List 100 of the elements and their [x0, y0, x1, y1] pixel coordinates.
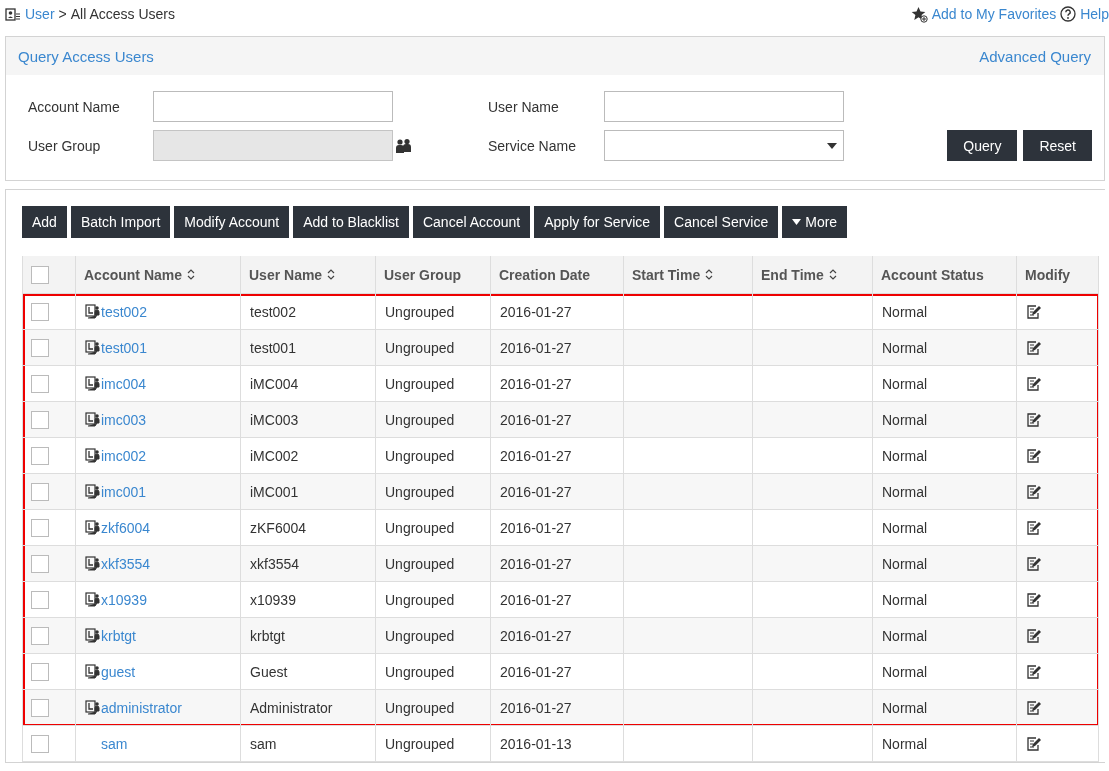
account-link[interactable]: guest — [101, 663, 136, 680]
account-link[interactable]: test001 — [101, 339, 147, 356]
edit-icon[interactable] — [1026, 339, 1042, 356]
table-cell: Administrator — [241, 690, 376, 726]
column-header[interactable]: Creation Date — [491, 256, 624, 294]
table-cell: 2016-01-27 — [491, 546, 624, 582]
column-header[interactable]: Account Status — [873, 256, 1017, 294]
account-link[interactable]: sam — [101, 735, 128, 752]
caret-down-icon — [827, 142, 837, 149]
table-cell: Normal — [873, 726, 1017, 762]
table-cell: Ungrouped — [376, 618, 491, 654]
checkbox[interactable] — [31, 554, 49, 573]
table-cell: 2016-01-27 — [491, 474, 624, 510]
table-cell: Ungrouped — [376, 546, 491, 582]
panel-title: Query Access Users — [18, 47, 154, 65]
edit-icon[interactable] — [1026, 303, 1042, 320]
edit-icon[interactable] — [1026, 447, 1042, 464]
sort-icon — [327, 269, 336, 280]
checkbox[interactable] — [31, 446, 49, 465]
sort-icon — [828, 269, 837, 280]
select-field[interactable] — [604, 130, 844, 161]
table-cell: krbtgt — [241, 618, 376, 654]
column-header[interactable]: Modify — [1017, 256, 1099, 294]
edit-icon[interactable] — [1026, 591, 1042, 608]
table-cell: sam — [241, 726, 376, 762]
people-icon[interactable] — [395, 137, 413, 154]
field-label: User Group — [28, 137, 102, 154]
table-cell: iMC001 — [241, 474, 376, 510]
account-link[interactable]: krbtgt — [101, 627, 136, 644]
account-link[interactable]: zkf6004 — [101, 519, 151, 536]
sort-icon — [705, 269, 714, 280]
column-header[interactable]: User Name — [241, 256, 376, 294]
toolbar-button[interactable]: Cancel Service — [664, 206, 779, 238]
toolbar-button[interactable]: Apply for Service — [534, 206, 661, 238]
breadcrumb-separator: > — [58, 6, 67, 22]
help-icon — [1060, 6, 1077, 22]
query-button[interactable]: Reset — [1023, 130, 1092, 161]
table-cell: Ungrouped — [376, 474, 491, 510]
table-cell: Normal — [873, 618, 1017, 654]
query-button[interactable]: Query — [947, 130, 1018, 161]
table-cell: iMC003 — [241, 402, 376, 438]
checkbox[interactable] — [31, 410, 49, 429]
column-header[interactable]: Start Time — [624, 256, 753, 294]
advanced-query-link[interactable]: Advanced Query — [979, 47, 1091, 65]
checkbox[interactable] — [31, 734, 49, 753]
edit-icon[interactable] — [1026, 627, 1042, 644]
star-plus-icon — [910, 5, 928, 23]
input-field[interactable] — [153, 91, 393, 122]
checkbox[interactable] — [31, 698, 49, 717]
checkbox[interactable] — [31, 338, 49, 357]
field-label: Account Name — [28, 98, 121, 115]
account-link[interactable]: imc003 — [101, 411, 147, 428]
edit-icon[interactable] — [1026, 519, 1042, 536]
checkbox[interactable] — [31, 518, 49, 537]
input-field[interactable] — [604, 91, 844, 122]
edit-icon[interactable] — [1026, 555, 1042, 572]
table-cell: Normal — [873, 402, 1017, 438]
edit-icon[interactable] — [1026, 735, 1042, 752]
toolbar-button[interactable]: Add — [22, 206, 67, 238]
edit-icon[interactable] — [1026, 699, 1042, 716]
checkbox[interactable] — [31, 482, 49, 501]
edit-icon[interactable] — [1026, 663, 1042, 680]
caret-down-icon — [792, 219, 802, 225]
toolbar-button[interactable]: More — [782, 206, 848, 238]
column-header[interactable]: End Time — [753, 256, 873, 294]
table-cell: test001 — [241, 330, 376, 366]
account-link[interactable]: test002 — [101, 303, 147, 320]
account-link[interactable]: imc002 — [101, 447, 147, 464]
table-cell: 2016-01-27 — [491, 690, 624, 726]
table-cell: 2016-01-27 — [491, 330, 624, 366]
edit-icon[interactable] — [1026, 375, 1042, 392]
column-header[interactable]: User Group — [376, 256, 491, 294]
checkbox[interactable] — [31, 662, 49, 681]
toolbar-button[interactable]: Add to Blacklist — [293, 206, 409, 238]
toolbar-button[interactable]: Batch Import — [70, 206, 171, 238]
toolbar-button[interactable]: Cancel Account — [412, 206, 531, 238]
edit-icon[interactable] — [1026, 483, 1042, 500]
account-link[interactable]: administrator — [101, 699, 182, 716]
field-label: Service Name — [488, 137, 577, 154]
account-link[interactable]: imc001 — [101, 483, 147, 500]
account-link[interactable]: xkf3554 — [101, 555, 151, 572]
checkbox[interactable] — [31, 374, 49, 393]
checkbox[interactable] — [31, 265, 49, 284]
breadcrumb-link[interactable]: User — [25, 6, 55, 22]
account-link[interactable]: imc004 — [101, 375, 147, 392]
checkbox[interactable] — [31, 302, 49, 321]
checkbox[interactable] — [31, 626, 49, 645]
table-cell: Ungrouped — [376, 402, 491, 438]
sort-icon — [187, 269, 196, 280]
column-header[interactable]: Account Name — [76, 256, 241, 294]
add-favorites-link[interactable]: Add to My Favorites — [931, 6, 1057, 22]
checkbox[interactable] — [31, 590, 49, 609]
breadcrumb-current: All Access Users — [70, 6, 175, 22]
table-cell: xkf3554 — [241, 546, 376, 582]
toolbar-button[interactable]: Modify Account — [174, 206, 290, 238]
table-cell: Ungrouped — [376, 726, 491, 762]
table-cell: Normal — [873, 690, 1017, 726]
account-link[interactable]: x10939 — [101, 591, 147, 608]
edit-icon[interactable] — [1026, 411, 1042, 428]
help-link[interactable]: Help — [1080, 6, 1109, 22]
